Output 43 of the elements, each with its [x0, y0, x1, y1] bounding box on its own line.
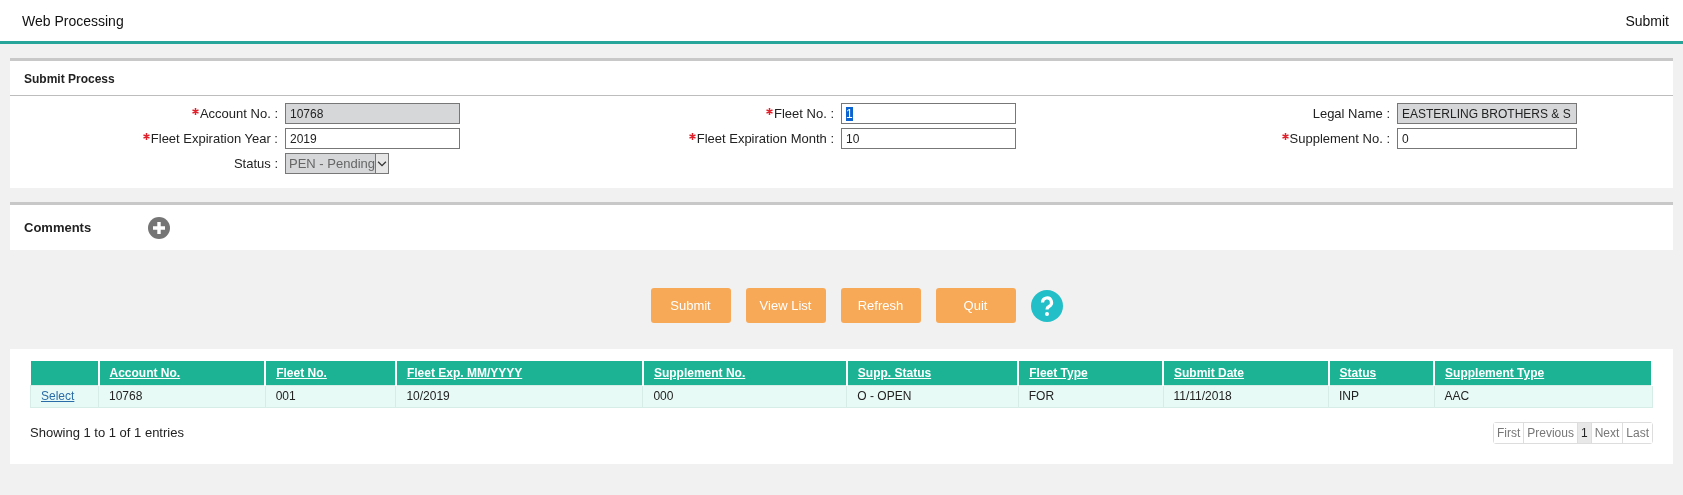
entries-info: Showing 1 to 1 of 1 entries: [30, 425, 184, 440]
table-cell: 10768: [98, 385, 266, 407]
input-field[interactable]: 0: [1397, 128, 1577, 149]
column-header[interactable]: Submit Date: [1163, 361, 1329, 385]
column-header[interactable]: Fleet Exp. MM/YYYY: [395, 361, 643, 385]
table-cell: 11/11/2018: [1163, 385, 1329, 407]
column-header[interactable]: Supplement Type: [1434, 361, 1652, 385]
column-header[interactable]: Account No.: [98, 361, 266, 385]
table-cell: INP: [1328, 385, 1435, 407]
add-icon[interactable]: [148, 216, 170, 239]
column-header[interactable]: [30, 361, 99, 385]
panel-title: Submit Process: [23, 71, 116, 88]
input-field[interactable]: 2019: [285, 128, 460, 149]
table-cell: 001: [265, 385, 396, 407]
select-link[interactable]: Select: [41, 389, 75, 403]
field-label: Fleet Expiration Month :: [696, 131, 834, 146]
table-cell: 10/2019: [395, 385, 643, 407]
field-label: Supplement No. :: [1289, 131, 1390, 146]
page-link[interactable]: Previous: [1523, 422, 1577, 443]
table-cell: O - OPEN: [846, 385, 1019, 407]
page-link[interactable]: First: [1493, 422, 1524, 443]
field-label: Status :: [233, 156, 278, 171]
page-link[interactable]: Last: [1622, 422, 1652, 443]
table-cell: 000: [642, 385, 847, 407]
field-label: Fleet Expiration Year :: [150, 131, 278, 146]
column-header[interactable]: Supplement No.: [642, 361, 847, 385]
help-icon[interactable]: [1030, 289, 1063, 322]
column-header[interactable]: Fleet No.: [265, 361, 396, 385]
column-header[interactable]: Fleet Type: [1018, 361, 1163, 385]
app-title: Web Processing: [22, 12, 124, 29]
field-label: Legal Name :: [1312, 106, 1390, 121]
column-header[interactable]: Supp. Status: [846, 361, 1019, 385]
field-label: Account No. :: [199, 106, 278, 121]
caret-icon: [375, 154, 388, 173]
table-cell: AAC: [1434, 385, 1652, 407]
input-field[interactable]: 10: [841, 128, 1016, 149]
table-cell: FOR: [1018, 385, 1163, 407]
page-link[interactable]: Next: [1590, 422, 1623, 443]
column-header[interactable]: Status: [1328, 361, 1435, 385]
page-title: Submit: [1625, 12, 1669, 29]
input-field[interactable]: 1: [841, 103, 1016, 124]
field-label: Fleet No. :: [774, 106, 834, 121]
panel-title: Comments: [24, 220, 93, 235]
